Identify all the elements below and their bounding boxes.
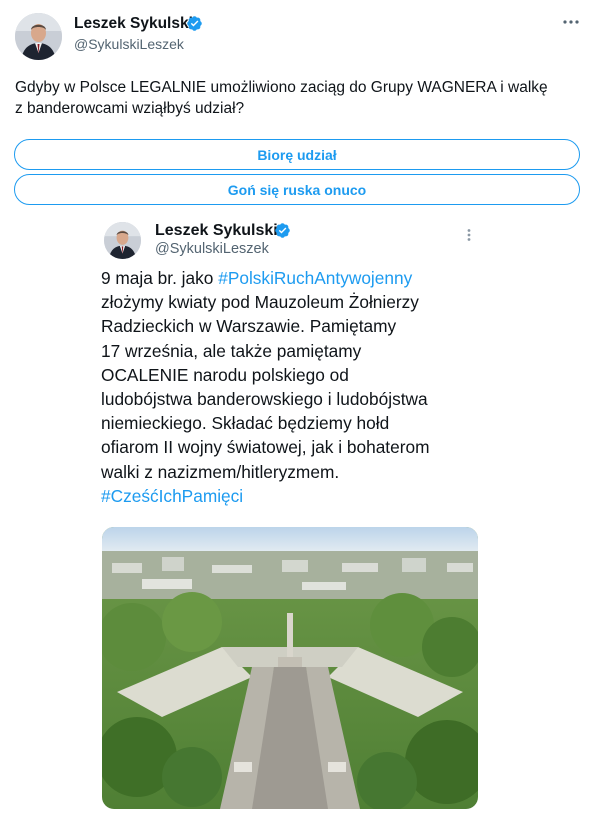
embedded-text-line: ludobójstwa banderowskiego i ludobójstwa [101,389,428,410]
author-handle[interactable]: @SykulskiLeszek [74,36,184,52]
mausoleum-aerial-photo [102,527,478,809]
embedded-text-line: 9 maja br. jako #PolskiRuchAntywojenny [101,266,486,290]
embedded-text-line: OCALENIE narodu polskiego od [101,364,349,385]
embedded-text-line: ofiarom II wojny światowej, jak i bohate… [101,437,430,458]
embedded-text-line: 17 września, ale także pamiętamy [101,340,362,361]
embedded-verified-badge-icon [274,222,291,239]
tweet-text: Gdyby w Polsce LEGALNIE umożliwiono zaci… [15,77,585,119]
embedded-tweet-text: 9 maja br. jako #PolskiRuchAntywojenny z… [101,266,486,508]
embedded-tweet-screenshot: Leszek Sykulski @SykulskiLeszek 9 maja b… [91,210,491,815]
embedded-more-options-icon [461,227,477,243]
embedded-author-name: Leszek Sykulski [155,222,278,239]
embedded-text-line: walki z nazizmem/hitleryzmem. [101,461,340,482]
poll-option-gon-sie[interactable]: Goń się ruska onuco [14,174,580,205]
more-options-icon[interactable] [561,12,581,32]
tweet-text-line: Gdyby w Polsce LEGALNIE umożliwiono zaci… [15,79,548,96]
verified-badge-icon [186,15,203,32]
embedded-author-handle: @SykulskiLeszek [155,241,269,257]
embedded-text-prefix: 9 maja br. jako [101,268,219,288]
hashtag-polski-ruch-antywojenny: #PolskiRuchAntywojenny [218,268,413,288]
embedded-text-line: złożymy kwiaty pod Mauzoleum Żołnierzy [101,292,419,313]
embedded-avatar-image [104,222,141,259]
author-avatar-image [15,13,62,60]
author-name[interactable]: Leszek Sykulski [74,15,193,33]
poll-option-biore-udzial[interactable]: Biorę udział [14,139,580,170]
embedded-text-line: Radzieckich w Warszawie. Pamiętamy [101,316,397,337]
embedded-author-avatar [104,222,141,259]
author-avatar[interactable] [15,13,62,60]
hashtag-czesc-ich-pamieci: #CześćIchPamięci [101,485,244,506]
embedded-text-line: niemieckiego. Składać będziemy hołd [101,413,390,434]
tweet-text-line: z banderowcami wziąłbyś udział? [15,100,245,117]
